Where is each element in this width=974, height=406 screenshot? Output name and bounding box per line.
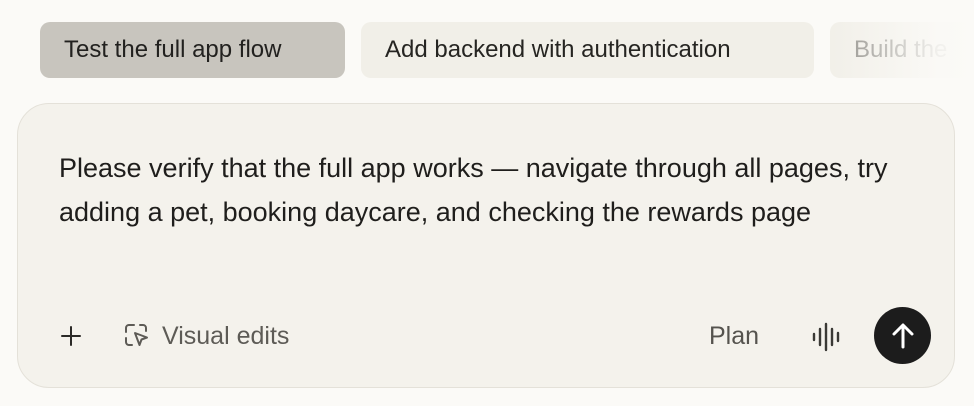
visual-edits-label: Visual edits [162, 321, 290, 350]
arrow-up-icon [892, 323, 913, 348]
message-composer[interactable]: Please verify that the full app works — … [17, 103, 955, 388]
voice-input-button[interactable] [810, 321, 842, 353]
dashed-cursor-icon [122, 321, 152, 351]
audio-waveform-icon [812, 322, 840, 352]
suggestion-chip-add-backend[interactable]: Add backend with authentication [361, 22, 814, 78]
suggestion-chip-test-flow[interactable]: Test the full app flow [40, 22, 345, 78]
send-button[interactable] [874, 307, 931, 364]
message-input[interactable]: Please verify that the full app works — … [59, 146, 909, 234]
chat-composer-area: Test the full app flow Add backend with … [0, 0, 974, 406]
plus-icon [61, 326, 81, 346]
visual-edits-button[interactable]: Visual edits [122, 317, 289, 355]
plan-button[interactable]: Plan [709, 317, 759, 355]
composer-toolbar: Visual edits Plan [18, 307, 954, 365]
suggestion-chips: Test the full app flow Add backend with … [40, 22, 974, 78]
add-attachment-button[interactable] [54, 319, 88, 353]
suggestion-chip-build[interactable]: Build the [830, 22, 974, 78]
